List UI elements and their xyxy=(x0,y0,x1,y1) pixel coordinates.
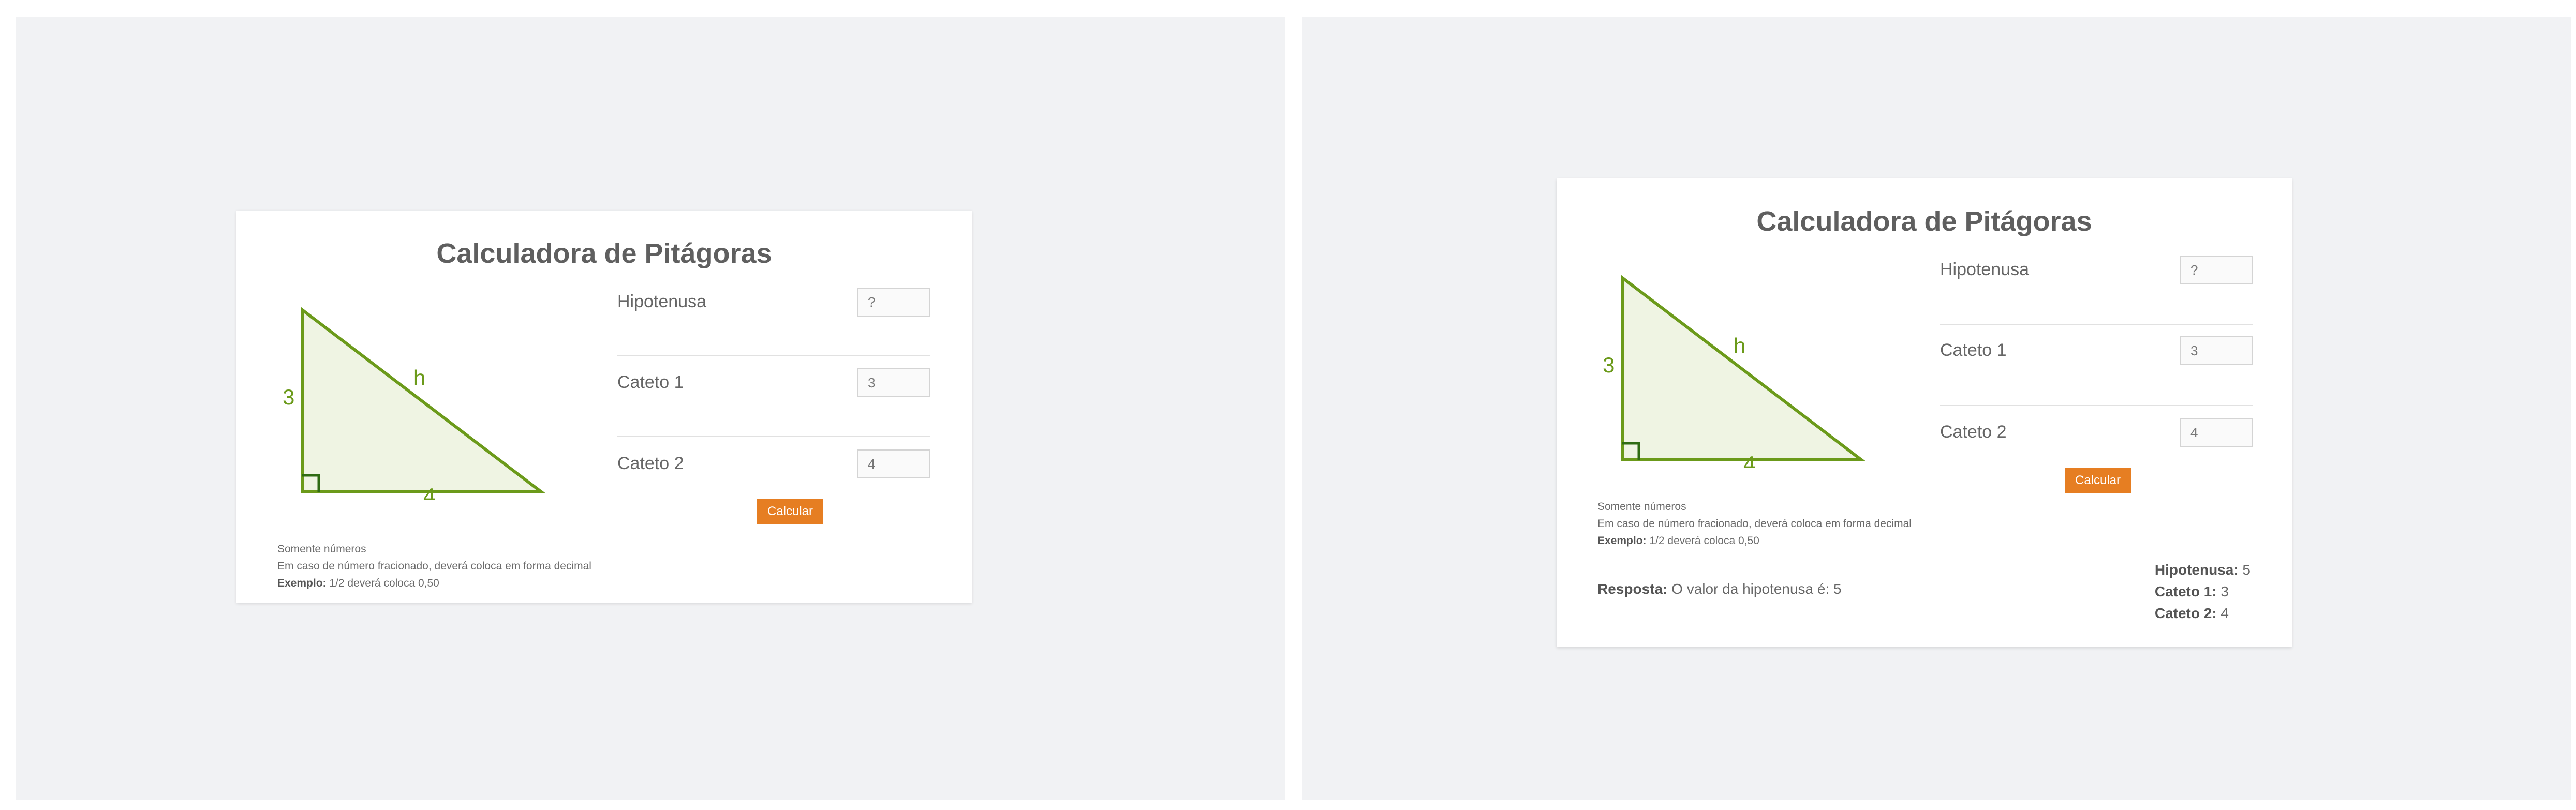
cateto2-field: Cateto 2 xyxy=(1940,418,2253,448)
result-hipotenusa-value: 5 xyxy=(2238,562,2251,578)
divider xyxy=(617,436,930,437)
cateto1-label: Cateto 1 xyxy=(617,372,684,392)
side-b-label: 4 xyxy=(1743,452,1755,468)
cateto1-field: Cateto 1 xyxy=(1940,336,2253,366)
example-label: Exemplo: xyxy=(277,577,327,589)
example-text: 1/2 deverá coloca 0,50 xyxy=(1646,535,1759,547)
hipotenusa-label: Hipotenusa xyxy=(617,292,707,311)
calculator-card: Calculadora de Pitágoras 3 4 h Hipotenus… xyxy=(1557,178,2292,647)
side-a-label: 3 xyxy=(1603,353,1615,377)
note-line-1: Somente números xyxy=(277,543,366,555)
result-cateto2: Cateto 2: 4 xyxy=(2155,603,2251,624)
cateto1-field: Cateto 1 xyxy=(617,368,930,398)
page-title: Calculadora de Pitágoras xyxy=(436,238,772,269)
input-notes: Somente números Em caso de número fracio… xyxy=(277,541,591,592)
note-line-2: Em caso de número fracionado, deverá col… xyxy=(277,560,591,572)
cateto2-input[interactable] xyxy=(857,449,930,478)
result-cateto1: Cateto 1: 3 xyxy=(2155,581,2251,603)
hipotenusa-label: Hipotenusa xyxy=(1940,260,2030,279)
note-line-1: Somente números xyxy=(1597,501,1686,513)
result-hipotenusa: Hipotenusa: 5 xyxy=(2155,559,2251,581)
result-cateto2-value: 4 xyxy=(2216,605,2229,621)
calculator-card: Calculadora de Pitágoras 3 4 h Hipotenus… xyxy=(236,211,972,603)
calcular-button[interactable]: Calcular xyxy=(2065,468,2131,493)
cateto1-label: Cateto 1 xyxy=(1940,340,2007,360)
cateto2-input[interactable] xyxy=(2180,418,2253,447)
hipotenusa-field: Hipotenusa xyxy=(1940,256,2253,286)
divider xyxy=(1940,405,2253,406)
note-example: Exemplo: 1/2 deverá coloca 0,50 xyxy=(1597,532,1912,549)
note-example: Exemplo: 1/2 deverá coloca 0,50 xyxy=(277,575,591,592)
cateto1-input[interactable] xyxy=(2180,336,2253,365)
results-summary: Hipotenusa: 5 Cateto 1: 3 Cateto 2: 4 xyxy=(2155,559,2251,624)
result-cateto1-value: 3 xyxy=(2216,583,2229,599)
cateto2-label: Cateto 2 xyxy=(1940,422,2007,442)
hypotenuse-label: h xyxy=(413,366,425,390)
side-a-label: 3 xyxy=(283,385,294,409)
cateto2-label: Cateto 2 xyxy=(617,454,684,473)
divider xyxy=(617,355,930,356)
triangle-shape xyxy=(301,306,545,493)
hipotenusa-input[interactable] xyxy=(2180,256,2253,284)
page-title: Calculadora de Pitágoras xyxy=(1756,206,2092,237)
triangle-diagram: 3 4 h xyxy=(1603,274,1865,468)
result-hipotenusa-label: Hipotenusa: xyxy=(2154,562,2239,578)
note-line-2: Em caso de número fracionado, deverá col… xyxy=(1597,518,1912,530)
screen-after-calculation: Calculadora de Pitágoras 3 4 h Hipotenus… xyxy=(1302,17,2571,800)
cateto1-input[interactable] xyxy=(857,368,930,397)
divider xyxy=(1940,324,2253,325)
hipotenusa-input[interactable] xyxy=(857,288,930,317)
example-text: 1/2 deverá coloca 0,50 xyxy=(326,577,439,589)
calcular-button[interactable]: Calcular xyxy=(757,499,823,524)
triangle-shape xyxy=(1621,274,1865,461)
result-cateto1-label: Cateto 1: xyxy=(2154,583,2217,599)
triangle-diagram: 3 4 h xyxy=(283,306,545,500)
side-b-label: 4 xyxy=(423,484,435,500)
answer-value: O valor da hipotenusa é: 5 xyxy=(1667,581,1842,597)
screen-before-calculation: Calculadora de Pitágoras 3 4 h Hipotenus… xyxy=(16,17,1285,800)
answer-label: Resposta: xyxy=(1597,581,1668,597)
result-cateto2-label: Cateto 2: xyxy=(2154,605,2217,621)
example-label: Exemplo: xyxy=(1597,535,1647,547)
cateto2-field: Cateto 2 xyxy=(617,449,930,479)
hypotenuse-label: h xyxy=(1734,334,1745,358)
input-notes: Somente números Em caso de número fracio… xyxy=(1597,498,1912,549)
hipotenusa-field: Hipotenusa xyxy=(617,288,930,318)
answer-text: Resposta: O valor da hipotenusa é: 5 xyxy=(1597,581,1842,597)
